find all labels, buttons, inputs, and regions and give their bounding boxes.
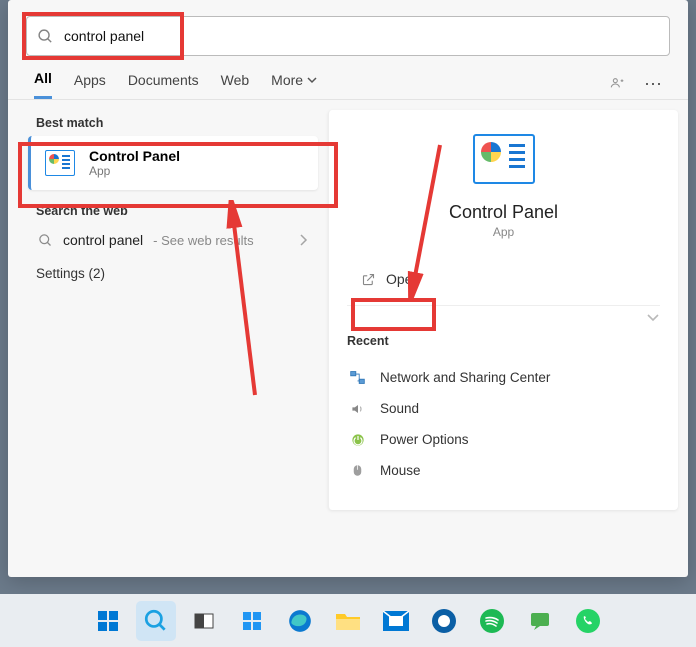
more-options-icon[interactable]: ⋯	[644, 74, 662, 95]
open-icon	[361, 272, 376, 287]
search-icon	[38, 233, 53, 248]
best-match-result[interactable]: Control Panel App	[28, 136, 318, 190]
tab-documents[interactable]: Documents	[128, 72, 199, 98]
search-input[interactable]	[64, 28, 659, 44]
recent-label: Recent	[347, 334, 660, 348]
account-icon[interactable]	[610, 74, 626, 90]
best-match-label: Best match	[36, 116, 310, 130]
search-web-label: Search the web	[36, 204, 310, 218]
best-match-subtitle: App	[89, 164, 180, 178]
tab-apps[interactable]: Apps	[74, 72, 106, 98]
tab-more[interactable]: More	[271, 72, 317, 98]
sound-icon	[349, 400, 366, 417]
recent-item-label: Network and Sharing Center	[380, 370, 550, 385]
search-bar[interactable]	[26, 16, 670, 56]
network-icon	[349, 369, 366, 386]
open-button[interactable]: Open	[347, 261, 434, 297]
mouse-icon	[349, 462, 366, 479]
chevron-down-icon	[307, 75, 317, 85]
recent-item[interactable]: Power Options	[347, 424, 660, 455]
recent-item[interactable]: Mouse	[347, 455, 660, 486]
best-match-title: Control Panel	[89, 148, 180, 164]
tab-all[interactable]: All	[34, 70, 52, 99]
settings-results[interactable]: Settings (2)	[28, 256, 318, 291]
web-result-hint: - See web results	[153, 233, 253, 248]
detail-title: Control Panel	[347, 202, 660, 223]
tab-web[interactable]: Web	[221, 72, 250, 98]
recent-item-label: Power Options	[380, 432, 469, 447]
taskbar-chat-icon[interactable]	[520, 601, 560, 641]
control-panel-icon	[45, 150, 75, 176]
filter-tabs: All Apps Documents Web More ⋯	[8, 64, 688, 100]
recent-item-label: Sound	[380, 401, 419, 416]
chevron-right-icon	[298, 233, 308, 247]
taskbar-widgets-button[interactable]	[232, 601, 272, 641]
taskbar-explorer-icon[interactable]	[328, 601, 368, 641]
recent-item[interactable]: Sound	[347, 393, 660, 424]
web-result[interactable]: control panel - See web results	[28, 224, 318, 256]
taskbar	[0, 594, 696, 647]
chevron-down-icon[interactable]	[646, 310, 660, 324]
detail-subtitle: App	[347, 225, 660, 239]
taskbar-spotify-icon[interactable]	[472, 601, 512, 641]
taskbar-taskview-button[interactable]	[184, 601, 224, 641]
app-large-icon	[473, 134, 535, 184]
taskbar-whatsapp-icon[interactable]	[568, 601, 608, 641]
recent-item[interactable]: Network and Sharing Center	[347, 362, 660, 393]
recent-item-label: Mouse	[380, 463, 421, 478]
open-label: Open	[386, 271, 420, 287]
taskbar-mail-icon[interactable]	[376, 601, 416, 641]
taskbar-search-button[interactable]	[136, 601, 176, 641]
taskbar-edge-icon[interactable]	[280, 601, 320, 641]
power-icon	[349, 431, 366, 448]
taskbar-app-icon[interactable]	[424, 601, 464, 641]
search-icon	[37, 28, 54, 45]
web-result-text: control panel	[63, 232, 143, 248]
taskbar-start-button[interactable]	[88, 601, 128, 641]
